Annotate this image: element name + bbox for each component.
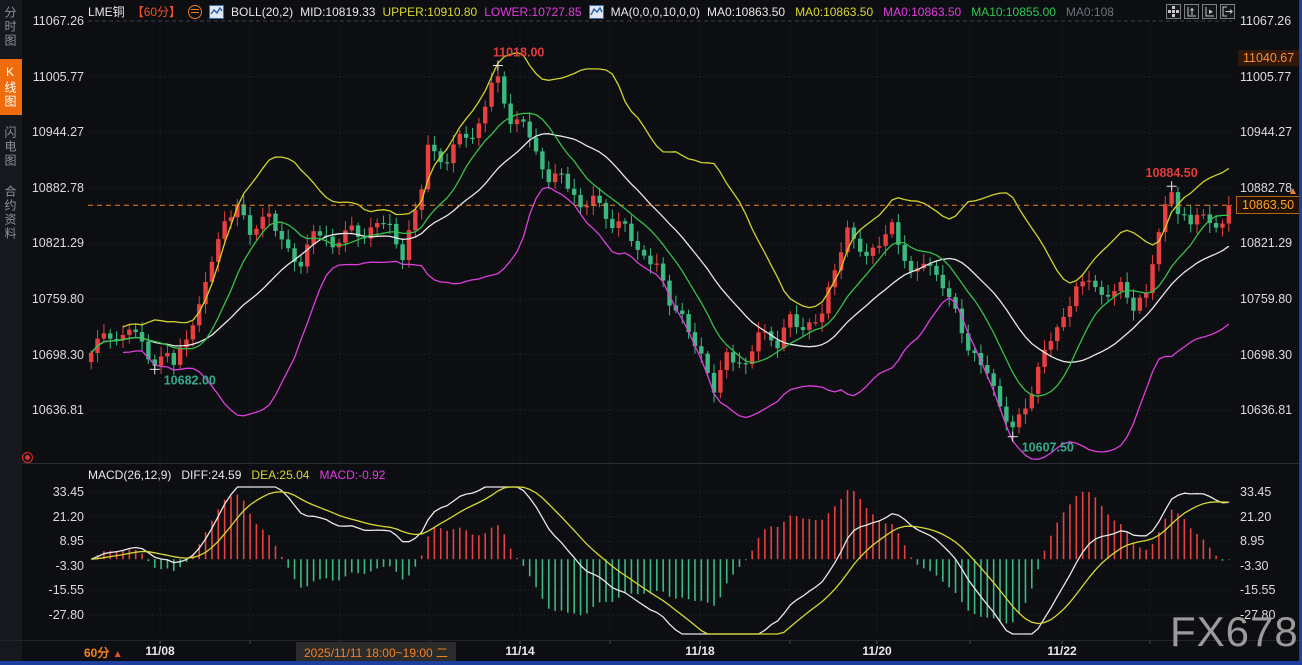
left-axis-tick: 11067.26 xyxy=(22,13,84,29)
right-axis-tick: 10821.29 xyxy=(1240,235,1302,251)
ma-value-2: MA0:10863.50 xyxy=(883,5,961,19)
macd-name: MACD(26,12,9) xyxy=(88,468,171,482)
left-axis-tick: 33.45 xyxy=(22,484,84,500)
left-axis-tick: 8.95 xyxy=(22,533,84,549)
annotation-10607.50: 10607.50 xyxy=(1022,441,1074,455)
annotation-10682.00: 10682.00 xyxy=(164,373,216,387)
period-up-arrow-icon: ▲ xyxy=(113,649,123,660)
right-axis-tick: 10759.80 xyxy=(1240,291,1302,307)
indicator-settings-icon[interactable] xyxy=(22,452,33,463)
left-axis-tick: 10821.29 xyxy=(22,235,84,251)
right-axis-tick: -3.30 xyxy=(1240,558,1302,574)
date-label-11-22: 11/22 xyxy=(1047,644,1076,658)
macd-macd-value: MACD:-0.92 xyxy=(319,468,385,482)
macd-indicator-header: MACD(26,12,9) DIFF:24.59 DEA:25.04 MACD:… xyxy=(88,468,385,482)
macd-dea-value: DEA:25.04 xyxy=(251,468,309,482)
left-axis-tick: 10698.30 xyxy=(22,347,84,363)
highlighted-time-range: 2025/11/11 18:00~19:00 二 xyxy=(296,642,456,663)
ma-value-4: MA0:108 xyxy=(1066,5,1114,19)
axis-pan-icon[interactable] xyxy=(1202,4,1217,19)
right-axis-tick: 10944.27 xyxy=(1240,124,1302,140)
fx678-watermark: FX678 xyxy=(1170,608,1299,656)
left-axis-tick: 10882.78 xyxy=(22,180,84,196)
boll-name: BOLL(20,2) xyxy=(231,5,293,19)
ma-values: MA0:10863.50 MA0:10863.50 MA0:10863.50 MA10… xyxy=(707,5,1114,19)
period-label: 【60分】 xyxy=(132,3,181,20)
ma-value-0: MA0:10863.50 xyxy=(707,5,785,19)
macd-histogram xyxy=(91,490,1229,623)
right-axis-tick: 11067.26 xyxy=(1240,13,1302,29)
sidebar-tab-闪电图[interactable]: 闪电图 xyxy=(0,120,22,174)
candles-layer xyxy=(89,66,1231,437)
current-price-badge: 10863.50 xyxy=(1236,196,1300,214)
bottom-blue-strip xyxy=(0,661,1302,665)
price-up-arrow-icon: ▲ xyxy=(1288,186,1298,197)
ma-value-3: MA10:10855.00 xyxy=(971,5,1056,19)
boll-upper-value: UPPER:10910.80 xyxy=(382,5,477,19)
right-axis-tick: 10636.81 xyxy=(1240,402,1302,418)
right-axis-tick: -15.55 xyxy=(1240,582,1302,598)
ma-value-1: MA0:10863.50 xyxy=(795,5,873,19)
right-axis-tick: 21.20 xyxy=(1240,509,1302,525)
axis-zoom-icon[interactable] xyxy=(1184,4,1199,19)
sidebar-tab-合约资料[interactable]: 合约资料 xyxy=(0,179,22,247)
right-axis-tick: 10698.30 xyxy=(1240,347,1302,363)
symbol-label: LME铜 xyxy=(88,3,125,20)
upper-reference-badge: 11040.67 xyxy=(1238,50,1299,66)
date-label-11-20: 11/20 xyxy=(862,644,891,658)
date-label-11-18: 11/18 xyxy=(685,644,714,658)
left-axis-tick: -3.30 xyxy=(22,558,84,574)
crosshair-icon[interactable] xyxy=(1166,4,1181,19)
overlay-lines xyxy=(91,53,1229,460)
export-icon[interactable] xyxy=(1220,4,1235,19)
ma-indicator-icon[interactable] xyxy=(589,5,604,19)
annotation-10884.50: 10884.50 xyxy=(1146,166,1198,180)
left-axis-tick: -27.80 xyxy=(22,607,84,623)
annotation-11018.00: 11018.00 xyxy=(493,46,544,60)
left-axis-tick: -15.55 xyxy=(22,582,84,598)
macd-lines xyxy=(91,487,1229,634)
period-selector[interactable]: 60分 ▲ xyxy=(84,644,123,661)
chart-type-sidebar: 分时图 K线图闪电图合约资料 xyxy=(0,0,22,665)
trading-app-window: 10682.00 11018.00 10607.50 10884.50 分时图 K线图闪… xyxy=(0,0,1302,665)
sidebar-tab-分时图[interactable]: 分时图 xyxy=(0,0,22,54)
sidebar-tab-K线图[interactable]: K线图 xyxy=(0,59,22,115)
date-label-11-08: 11/08 xyxy=(145,644,174,658)
ma-name: MA(0,0,0,10,0,0) xyxy=(611,5,700,19)
main-indicator-header: LME铜 【60分】 BOLL(20,2) MID:10819.33 UPPER… xyxy=(88,3,1114,20)
right-axis-tick: 8.95 xyxy=(1240,533,1302,549)
time-axis-bar: 60分 ▲ 11/08 11/14 11/18 11/20 11/22 2025/11/… xyxy=(0,640,1302,663)
panel-separator xyxy=(0,463,1302,464)
chart-toolbar xyxy=(1166,4,1235,19)
boll-mid-value: MID:10819.33 xyxy=(300,5,375,19)
grid-lines xyxy=(88,21,1232,644)
date-label-11-14: 11/14 xyxy=(505,644,534,658)
macd-diff-value: DIFF:24.59 xyxy=(181,468,241,482)
left-axis-tick: 11005.77 xyxy=(22,69,84,85)
boll-indicator-icon[interactable] xyxy=(209,5,224,19)
left-axis-tick: 10759.80 xyxy=(22,291,84,307)
left-axis-tick: 21.20 xyxy=(22,509,84,525)
left-axis-tick: 10636.81 xyxy=(22,402,84,418)
left-axis-tick: 10944.27 xyxy=(22,124,84,140)
boll-lower-value: LOWER:10727.85 xyxy=(484,5,581,19)
kline-macd-chart-canvas: 10682.00 11018.00 10607.50 10884.50 xyxy=(0,0,1302,665)
right-axis-tick: 33.45 xyxy=(1240,484,1302,500)
right-axis-tick: 11005.77 xyxy=(1240,69,1302,85)
symbol-settings-icon[interactable] xyxy=(188,5,202,19)
period-selector-label: 60分 xyxy=(84,646,109,660)
